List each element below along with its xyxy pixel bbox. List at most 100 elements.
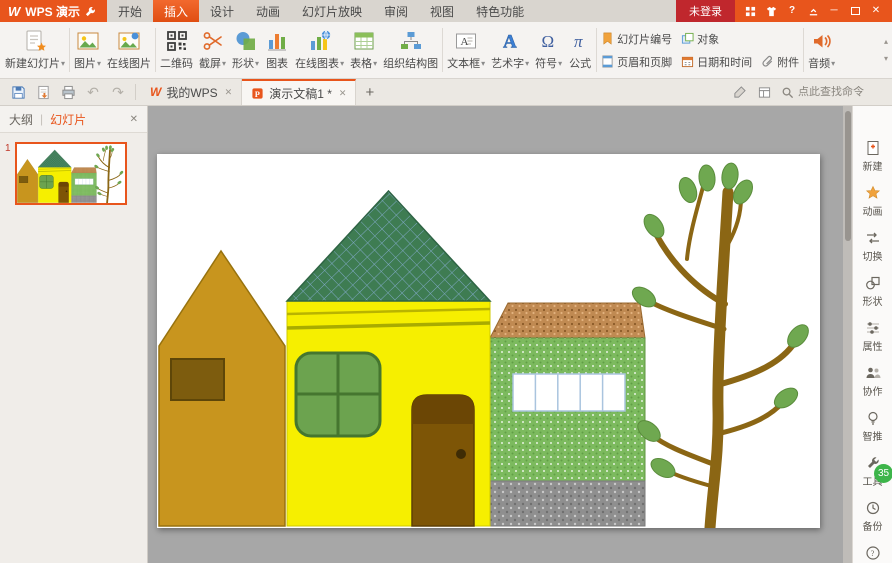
tab-special-features[interactable]: 特色功能 — [465, 0, 535, 22]
print-icon[interactable] — [60, 84, 76, 100]
fold-ribbon-icon[interactable] — [807, 5, 819, 17]
text-box-button[interactable]: A 文本框 — [444, 22, 488, 78]
sidebar-item-smart-recommend[interactable]: 智推 — [853, 404, 892, 449]
smart-bulb-icon — [865, 410, 881, 426]
command-search[interactable] — [781, 86, 884, 99]
tab-animation[interactable]: 动画 — [245, 0, 291, 22]
shapes-icon — [234, 29, 258, 53]
tab-view[interactable]: 视图 — [419, 0, 465, 22]
shapes-button[interactable]: 形状 — [229, 22, 262, 78]
sidebar-item-backup[interactable]: 备份 — [853, 494, 892, 539]
org-chart-button[interactable]: 组织结构图 — [380, 22, 441, 78]
picture-button[interactable]: 图片 — [71, 22, 104, 78]
tab-review[interactable]: 审阅 — [373, 0, 419, 22]
shapes-outline-icon — [865, 275, 881, 291]
sidebar-item-properties[interactable]: 属性 — [853, 314, 892, 359]
editing-canvas[interactable] — [148, 106, 852, 563]
menu-tabs: 开始 插入 设计 动画 幻灯片放映 审阅 视图 特色功能 — [107, 0, 535, 22]
qrcode-button[interactable]: 二维码 — [157, 22, 196, 78]
online-picture-button[interactable]: 在线图片 — [104, 22, 154, 78]
apps-grid-icon[interactable] — [744, 5, 756, 17]
slide-1[interactable] — [157, 154, 820, 528]
sidebar-item-help[interactable]: ? 帮助 — [853, 539, 892, 563]
undo-icon[interactable] — [85, 84, 101, 100]
new-slide-label: 新建幻灯片 — [5, 55, 60, 71]
slide-number-button[interactable]: 幻灯片编号 — [601, 31, 672, 47]
screenshot-scissors-icon — [201, 29, 225, 53]
slide-thumbnail-art — [17, 144, 125, 203]
sidebar-item-new[interactable]: 新建 — [853, 134, 892, 179]
redo-icon[interactable] — [110, 84, 126, 100]
shapes-label: 形状 — [232, 55, 254, 71]
close-tab-icon[interactable] — [225, 87, 233, 98]
header-footer-label: 页眉和页脚 — [617, 54, 672, 70]
titlebar-spacer — [535, 0, 676, 22]
header-footer-button[interactable]: 页眉和页脚 — [601, 54, 672, 70]
close-panel-icon[interactable] — [130, 114, 138, 125]
date-time-button[interactable]: 日期和时间 — [681, 54, 752, 70]
search-input[interactable] — [798, 86, 884, 98]
close-icon[interactable] — [870, 5, 882, 17]
maximize-icon[interactable] — [849, 5, 861, 17]
sidebar-item-animation[interactable]: 动画 — [853, 179, 892, 224]
audio-speaker-icon — [810, 29, 834, 53]
app-logo[interactable]: W WPS 演示 — [0, 0, 107, 22]
symbol-omega-icon: Ω — [537, 29, 561, 53]
new-slide-button[interactable]: 新建幻灯片 — [2, 22, 68, 78]
login-status[interactable]: 未登录 — [676, 0, 735, 22]
wps-presentation-window: W WPS 演示 开始 插入 设计 动画 幻灯片放映 审阅 视图 特色功能 未登… — [0, 0, 892, 563]
picture-label: 图片 — [74, 55, 96, 71]
slide-number-label: 幻灯片编号 — [617, 31, 672, 47]
wps-logo-icon: W — [8, 4, 20, 19]
slide-thumbnail[interactable] — [15, 142, 127, 205]
customize-icon[interactable] — [85, 5, 97, 17]
formula-pi-icon: π — [568, 29, 592, 53]
sidebar-item-collaboration[interactable]: 协作 — [853, 359, 892, 404]
formula-button[interactable]: π 公式 — [565, 22, 595, 78]
wordart-button[interactable]: A 艺术字 — [488, 22, 532, 78]
dropdown-caret-icon — [340, 57, 344, 69]
svg-text:π: π — [574, 32, 583, 51]
doc-tab-my-wps[interactable]: W 我的WPS — [141, 79, 242, 105]
tab-insert[interactable]: 插入 — [153, 0, 199, 22]
tab-slides[interactable]: 幻灯片 — [50, 111, 86, 128]
slides-panel-header: 大纲 | 幻灯片 — [0, 106, 147, 133]
audio-button[interactable]: 音频 — [805, 22, 838, 78]
ribbon-separator — [596, 28, 597, 72]
screenshot-button[interactable]: 截屏 — [196, 22, 229, 78]
symbol-button[interactable]: Ω 符号 — [532, 22, 565, 78]
online-chart-button[interactable]: 在线图表 — [292, 22, 347, 78]
skin-icon[interactable] — [765, 5, 777, 17]
slide-artwork-houses-and-tree[interactable] — [157, 154, 820, 528]
sidebar-label: 新建 — [863, 158, 883, 173]
sidebar-item-shapes[interactable]: 形状 — [853, 269, 892, 314]
table-button[interactable]: 表格 — [347, 22, 380, 78]
panel-divider: | — [40, 112, 43, 126]
ribbon-scroll-arrows[interactable]: ▴ ▾ — [882, 37, 890, 63]
scrollbar-thumb[interactable] — [845, 111, 851, 241]
layout-panel-icon[interactable] — [756, 84, 772, 100]
new-tab-button[interactable]: + — [356, 84, 383, 101]
attachment-button[interactable]: 附件 — [761, 54, 799, 70]
sidebar-item-tools[interactable]: 工具 35 — [853, 449, 892, 494]
tab-slideshow[interactable]: 幻灯片放映 — [291, 0, 373, 22]
export-icon[interactable] — [35, 84, 51, 100]
sidebar-item-transition[interactable]: 切换 — [853, 224, 892, 269]
vertical-scrollbar[interactable] — [843, 106, 852, 563]
collaboration-people-icon — [865, 365, 881, 381]
tab-design[interactable]: 设计 — [199, 0, 245, 22]
save-icon[interactable] — [10, 84, 26, 100]
tab-home[interactable]: 开始 — [107, 0, 153, 22]
doc-tab-presentation1[interactable]: P 演示文稿1 * — [242, 79, 356, 105]
slide-number-icon — [601, 32, 614, 45]
tab-outline[interactable]: 大纲 — [9, 111, 33, 128]
help-icon[interactable] — [786, 5, 798, 17]
minimize-icon[interactable] — [828, 5, 840, 17]
close-tab-icon[interactable] — [339, 88, 347, 99]
chart-button[interactable]: 图表 — [262, 22, 292, 78]
format-brush-icon[interactable] — [731, 84, 747, 100]
slides-panel: 大纲 | 幻灯片 1 — [0, 106, 148, 563]
scroll-down-icon[interactable]: ▾ — [884, 54, 888, 63]
scroll-up-icon[interactable]: ▴ — [884, 37, 888, 46]
object-button[interactable]: 对象 — [681, 31, 719, 47]
